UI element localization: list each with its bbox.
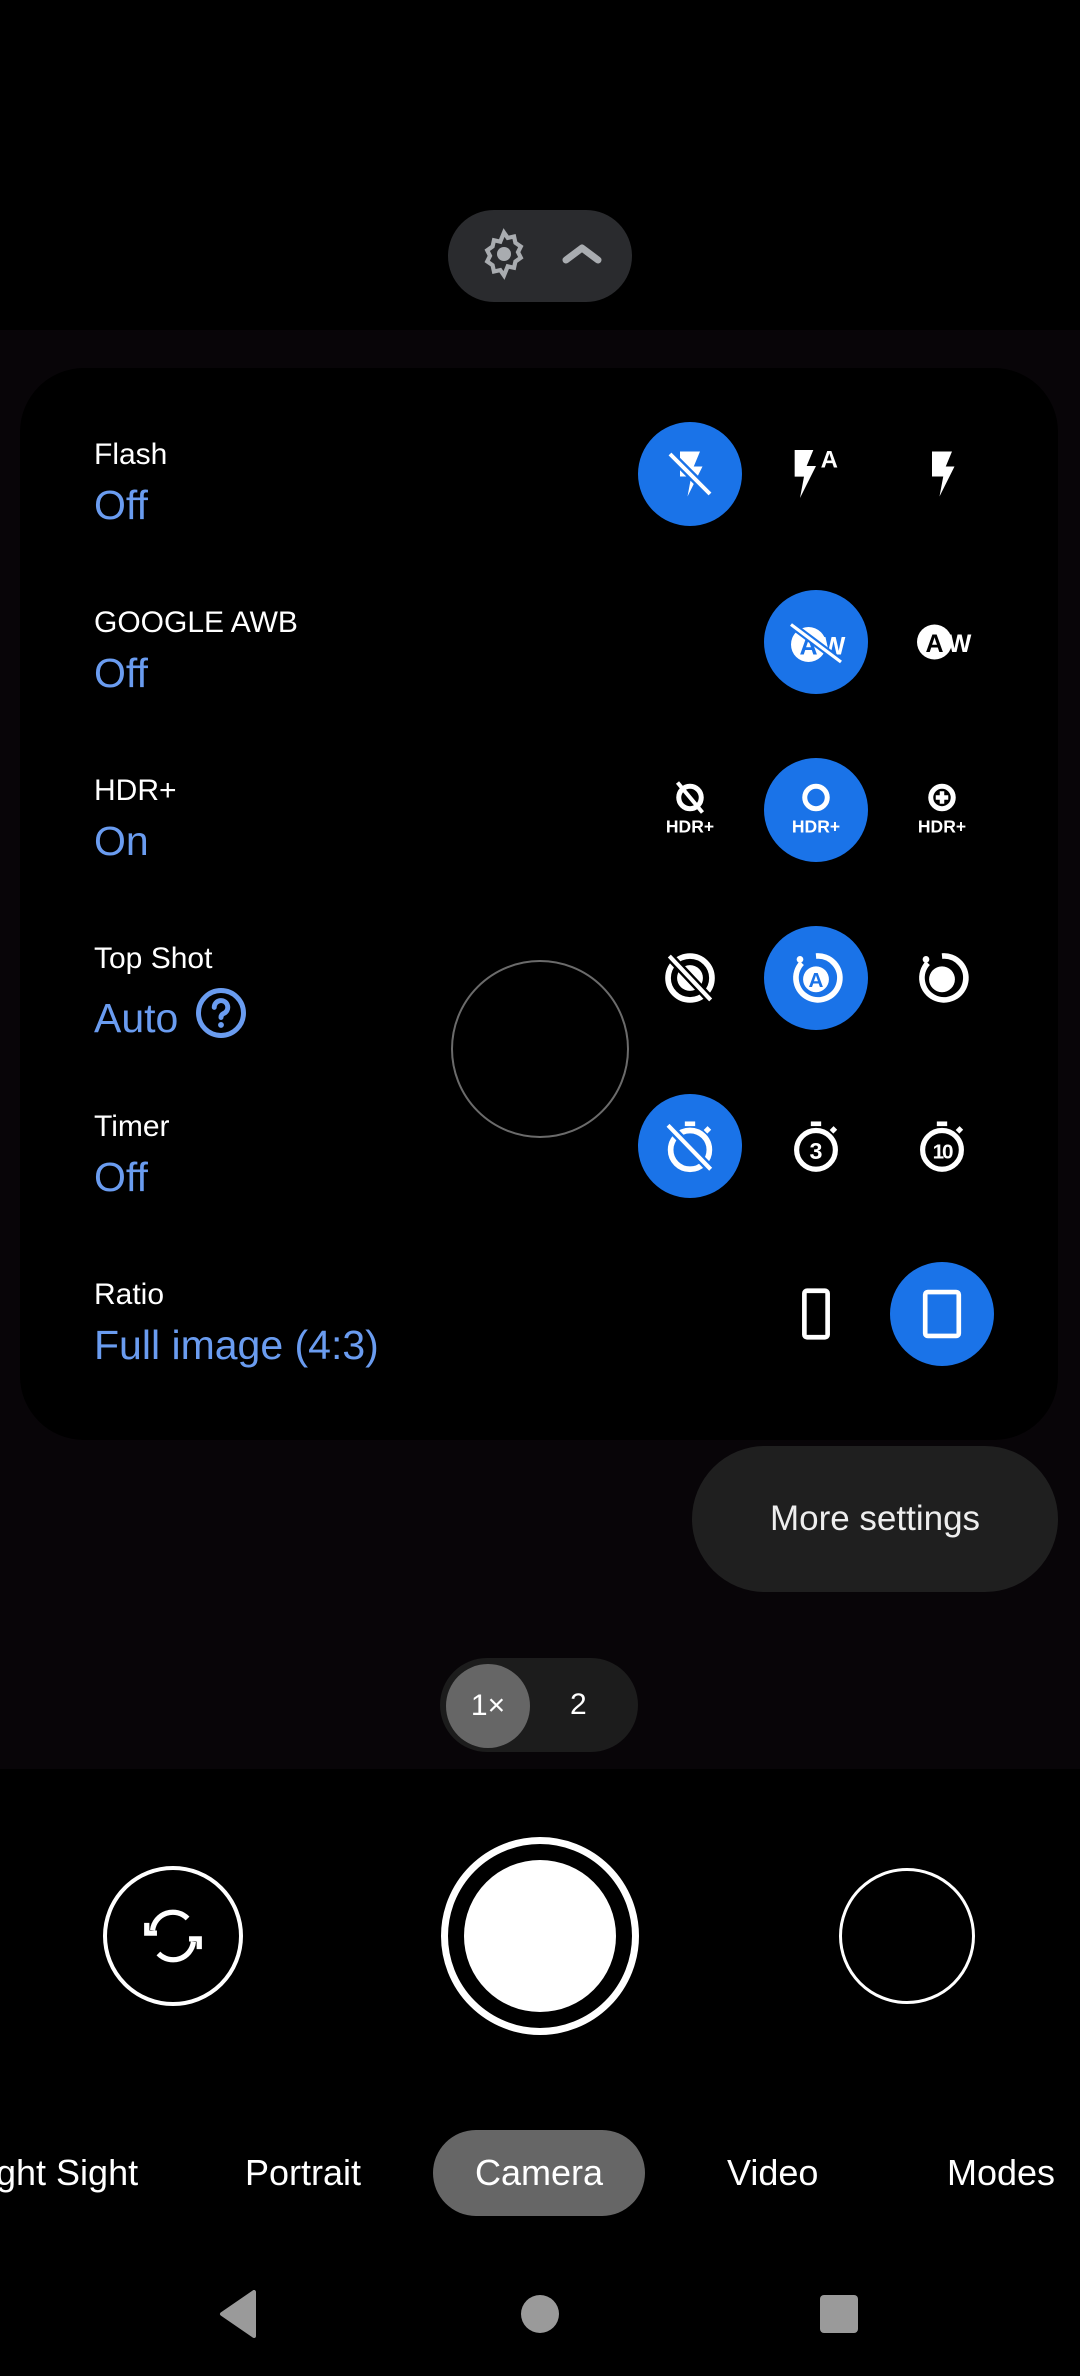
flash-on-option[interactable] xyxy=(890,422,994,526)
awb-on-option[interactable]: AW xyxy=(890,590,994,694)
flash-auto-option[interactable]: A xyxy=(764,422,868,526)
hdr-enhanced-icon: HDR+ xyxy=(918,783,966,837)
setting-flash: Flash Off A xyxy=(20,422,1058,578)
awb-on-icon: AW xyxy=(917,624,972,660)
mode-portrait[interactable]: Portrait xyxy=(245,2130,361,2216)
timer-3s-option[interactable]: 3 xyxy=(764,1094,868,1198)
topshot-on-option[interactable] xyxy=(890,926,994,1030)
flash-off-option[interactable] xyxy=(638,422,742,526)
ratio-16-9-option[interactable] xyxy=(764,1262,868,1366)
ratio-16-9-icon xyxy=(802,1288,830,1340)
ratio-4-3-option[interactable] xyxy=(890,1262,994,1366)
setting-ratio: Ratio Full image (4:3) xyxy=(20,1262,1058,1418)
mode-video[interactable]: Video xyxy=(727,2130,818,2216)
hdr-off-icon: HDR+ xyxy=(666,781,714,837)
flash-off-icon xyxy=(666,450,714,498)
topshot-auto-icon: A xyxy=(793,953,843,1003)
mode-camera[interactable]: Camera xyxy=(433,2130,646,2216)
svg-text:A: A xyxy=(821,446,838,473)
flash-auto-icon: A xyxy=(794,446,838,498)
topshot-off-icon xyxy=(665,952,715,1004)
mode-modes[interactable]: Modes xyxy=(947,2130,1055,2216)
hdr-on-icon: HDR+ xyxy=(792,783,840,837)
setting-label: Top Shot xyxy=(94,942,213,975)
setting-value: Auto xyxy=(94,986,248,1050)
timer-off-option[interactable] xyxy=(638,1094,742,1198)
gallery-thumbnail-button[interactable] xyxy=(839,1868,975,2004)
hdr-off-option[interactable]: HDR+ xyxy=(638,758,742,862)
topshot-on-icon xyxy=(919,953,969,1003)
setting-label: Ratio xyxy=(94,1278,165,1311)
more-settings-button[interactable]: More settings xyxy=(692,1446,1058,1592)
hdr-on-option[interactable]: HDR+ xyxy=(764,758,868,862)
zoom-2x-button[interactable]: 2 xyxy=(570,1658,587,1752)
settings-toggle-button[interactable] xyxy=(448,210,632,302)
setting-hdr: HDR+ On HDR+ HDR+ HDR+ xyxy=(20,758,1058,914)
svg-text:HDR+: HDR+ xyxy=(666,817,714,837)
zoom-selector: 1× 2 xyxy=(440,1658,638,1752)
flash-on-icon xyxy=(932,451,955,497)
help-circle-icon[interactable] xyxy=(194,986,248,1050)
back-icon[interactable] xyxy=(218,2290,260,2338)
switch-camera-icon xyxy=(144,1909,202,1963)
svg-text:W: W xyxy=(948,630,972,658)
more-settings-label: More settings xyxy=(769,1499,981,1538)
chevron-up-icon xyxy=(560,240,604,273)
hdr-enhanced-option[interactable]: HDR+ xyxy=(890,758,994,862)
ratio-4-3-icon xyxy=(922,1289,962,1339)
setting-value: Off xyxy=(94,1154,148,1200)
setting-label: Flash xyxy=(94,438,168,471)
svg-text:10: 10 xyxy=(933,1140,953,1163)
topshot-off-option[interactable] xyxy=(638,926,742,1030)
mode-night-sight[interactable]: ght Sight xyxy=(0,2130,138,2216)
timer-3s-icon: 3 xyxy=(794,1121,838,1172)
setting-value: Off xyxy=(94,482,148,528)
awb-off-icon: AW xyxy=(788,621,846,665)
svg-text:A: A xyxy=(925,630,943,658)
system-nav-bar xyxy=(0,2270,1080,2360)
setting-label: GOOGLE AWB xyxy=(94,606,298,639)
setting-awb: GOOGLE AWB Off AW AW xyxy=(20,590,1058,746)
recents-icon[interactable] xyxy=(819,2294,859,2334)
switch-camera-button[interactable] xyxy=(103,1866,243,2006)
svg-text:3: 3 xyxy=(810,1138,823,1164)
zoom-1x-button[interactable]: 1× xyxy=(446,1664,530,1748)
focus-indicator xyxy=(451,960,629,1138)
svg-text:HDR+: HDR+ xyxy=(792,817,840,837)
svg-text:A: A xyxy=(809,969,824,992)
quick-settings-panel: Flash Off A GOOGLE AWB Off AW AW HDR+ On… xyxy=(20,368,1058,1440)
setting-label: Timer xyxy=(94,1110,170,1143)
timer-10s-icon: 10 xyxy=(920,1121,964,1172)
setting-label: HDR+ xyxy=(94,774,177,807)
topshot-auto-option[interactable]: A xyxy=(764,926,868,1030)
mode-selector: ght Sight Portrait Camera Video Modes xyxy=(0,2130,1080,2216)
awb-off-option[interactable]: AW xyxy=(764,590,868,694)
home-icon[interactable] xyxy=(520,2294,560,2334)
gear-icon xyxy=(476,226,532,287)
shutter-inner xyxy=(464,1860,616,2012)
setting-value: Off xyxy=(94,650,148,696)
setting-value: On xyxy=(94,818,149,864)
shutter-button[interactable] xyxy=(441,1837,639,2035)
svg-text:HDR+: HDR+ xyxy=(918,817,966,837)
setting-value: Full image (4:3) xyxy=(94,1322,379,1368)
timer-10s-option[interactable]: 10 xyxy=(890,1094,994,1198)
timer-off-icon xyxy=(664,1121,714,1173)
